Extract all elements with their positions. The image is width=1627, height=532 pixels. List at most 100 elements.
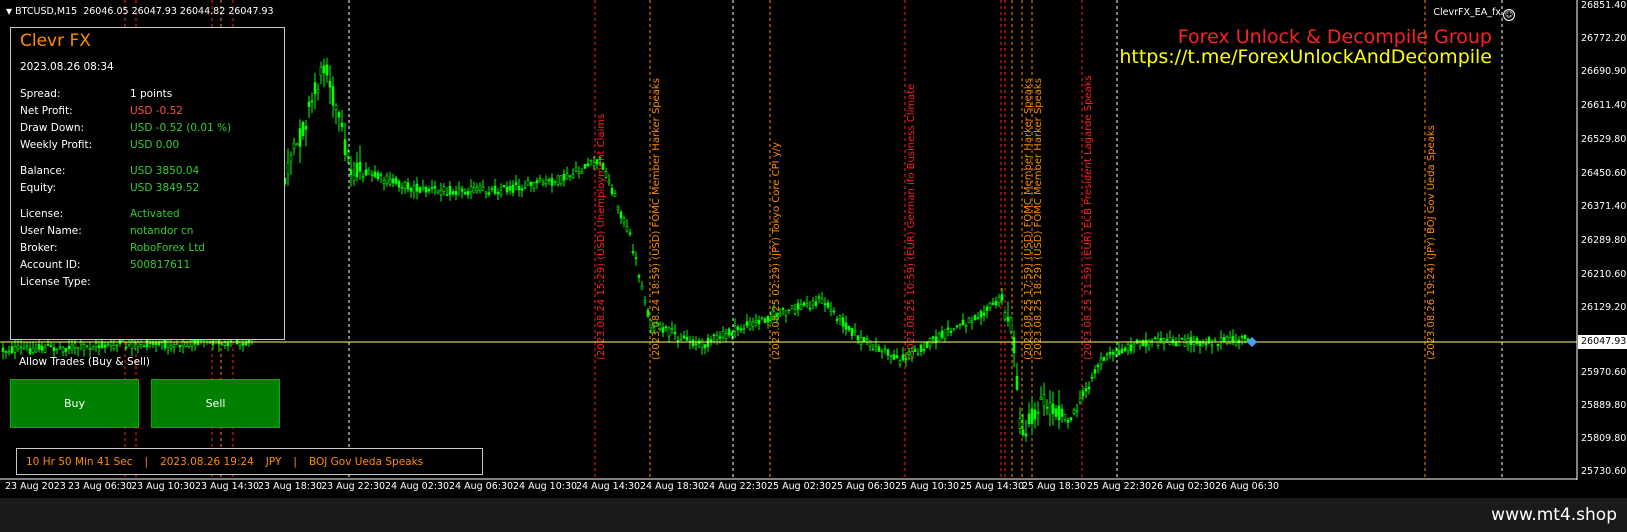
time-tick-label: 25 Aug 14:30 bbox=[960, 481, 1025, 492]
candle-body bbox=[973, 315, 977, 320]
candle-body bbox=[508, 186, 512, 191]
candle-body bbox=[1189, 336, 1193, 345]
candle-body bbox=[73, 343, 77, 348]
candle-body bbox=[388, 178, 392, 185]
candle-body bbox=[352, 174, 356, 181]
candle-body bbox=[958, 324, 962, 326]
candle-body bbox=[1018, 418, 1022, 429]
price-tick-label: 26450.60 bbox=[1581, 168, 1627, 179]
row-value: 1 points bbox=[130, 88, 173, 100]
candle-body bbox=[1195, 337, 1199, 344]
candle-body bbox=[793, 309, 797, 314]
candle-body bbox=[1024, 433, 1028, 437]
candle-body bbox=[571, 173, 575, 178]
news-time: 2023.08.26 19:24 bbox=[160, 455, 254, 468]
candle-body bbox=[61, 346, 65, 353]
candle-body bbox=[901, 354, 905, 361]
candle-body bbox=[1162, 338, 1166, 344]
candle-body bbox=[532, 182, 536, 189]
candle-body bbox=[535, 180, 539, 184]
candle-body bbox=[883, 348, 887, 351]
candle-body bbox=[841, 317, 845, 327]
candle-body bbox=[994, 301, 998, 306]
candle-body bbox=[313, 82, 317, 95]
candle-body bbox=[1015, 375, 1019, 390]
dropdown-arrow-icon[interactable]: ▼ bbox=[6, 7, 12, 16]
candle-body bbox=[1231, 335, 1235, 343]
candle-body bbox=[1222, 337, 1226, 342]
price-tick-label: 26129.20 bbox=[1581, 302, 1627, 313]
row-value: USD 3850.04 bbox=[130, 165, 200, 177]
candle-body bbox=[304, 125, 308, 130]
candle-body bbox=[1093, 369, 1097, 374]
candle-body bbox=[853, 330, 857, 333]
current-price-tag: 26047.93 bbox=[1578, 335, 1627, 349]
candle-body bbox=[844, 322, 848, 330]
candle-body bbox=[79, 342, 83, 345]
candle-body bbox=[1108, 351, 1112, 355]
candle-body bbox=[1213, 339, 1217, 342]
candle-body bbox=[814, 301, 818, 306]
price-tick-label: 25970.60 bbox=[1581, 367, 1627, 378]
row-label: Equity: bbox=[20, 182, 56, 194]
candle-body bbox=[136, 341, 140, 347]
news-event-label: (2023.08.25 10:59) (EUR) German ifo Busi… bbox=[906, 84, 917, 360]
candle-body bbox=[1147, 339, 1151, 346]
candle-body bbox=[550, 177, 554, 186]
candle-body bbox=[364, 169, 368, 176]
row-balance: Balance: USD 3850.04 bbox=[20, 165, 199, 177]
candle-body bbox=[580, 171, 584, 174]
price-tick-label: 26371.40 bbox=[1581, 201, 1627, 212]
candle-body bbox=[403, 181, 407, 189]
candle-body bbox=[895, 355, 899, 359]
candle-body bbox=[742, 328, 746, 330]
candle-body bbox=[490, 188, 494, 190]
candle-body bbox=[970, 320, 974, 323]
news-event-label: (2023.08.24 18:59) (USD) FOMC Member Har… bbox=[651, 78, 662, 360]
footer-bar bbox=[0, 498, 1627, 532]
candle-body bbox=[31, 347, 35, 353]
candle-body bbox=[463, 192, 467, 195]
row-account-id: Account ID: 500817611 bbox=[20, 259, 190, 271]
candle-body bbox=[226, 342, 230, 346]
candle-body bbox=[409, 188, 413, 192]
candle-body bbox=[703, 344, 707, 349]
candle-body bbox=[757, 319, 761, 325]
time-tick-label: 24 Aug 22:30 bbox=[703, 481, 768, 492]
candle-body bbox=[775, 313, 779, 317]
candle-body bbox=[151, 341, 155, 345]
candle-body bbox=[223, 342, 227, 346]
candle-body bbox=[1084, 388, 1088, 392]
candle-body bbox=[1012, 336, 1016, 353]
expert-advisor-label[interactable]: ClevrFX_EA_fx ☺ bbox=[1433, 7, 1515, 21]
candle-body bbox=[94, 343, 98, 347]
candle-body bbox=[334, 105, 338, 110]
candle-body bbox=[955, 325, 959, 328]
sell-button[interactable]: Sell bbox=[151, 379, 280, 428]
candle-body bbox=[589, 159, 593, 162]
price-tick-label: 26611.40 bbox=[1581, 100, 1627, 111]
news-event-label: (2023.08.25 02:29) (JPY) Tokyo Core CPI … bbox=[771, 142, 782, 360]
candle-body bbox=[751, 321, 755, 327]
candle-body bbox=[1081, 391, 1085, 396]
candle-body bbox=[112, 345, 116, 349]
candle-body bbox=[37, 343, 41, 350]
candle-body bbox=[1069, 417, 1073, 421]
candle-body bbox=[856, 335, 860, 341]
candle-body bbox=[499, 190, 503, 195]
candle-body bbox=[1114, 350, 1118, 355]
candle-body bbox=[670, 328, 674, 330]
time-tick-label: 26 Aug 06:30 bbox=[1215, 481, 1280, 492]
time-tick-label: 23 Aug 06:30 bbox=[68, 481, 133, 492]
candle-body bbox=[1102, 356, 1106, 362]
candle-body bbox=[1039, 397, 1043, 400]
candle-body bbox=[964, 324, 968, 327]
price-tick-label: 26210.60 bbox=[1581, 269, 1627, 280]
row-label: Spread: bbox=[20, 88, 61, 100]
candle-body bbox=[913, 348, 917, 353]
row-value: USD -0.52 (0.01 %) bbox=[130, 122, 232, 134]
candle-body bbox=[175, 343, 179, 346]
buy-button[interactable]: Buy bbox=[10, 379, 139, 428]
candle-body bbox=[523, 187, 527, 190]
time-tick-label: 24 Aug 18:30 bbox=[640, 481, 705, 492]
